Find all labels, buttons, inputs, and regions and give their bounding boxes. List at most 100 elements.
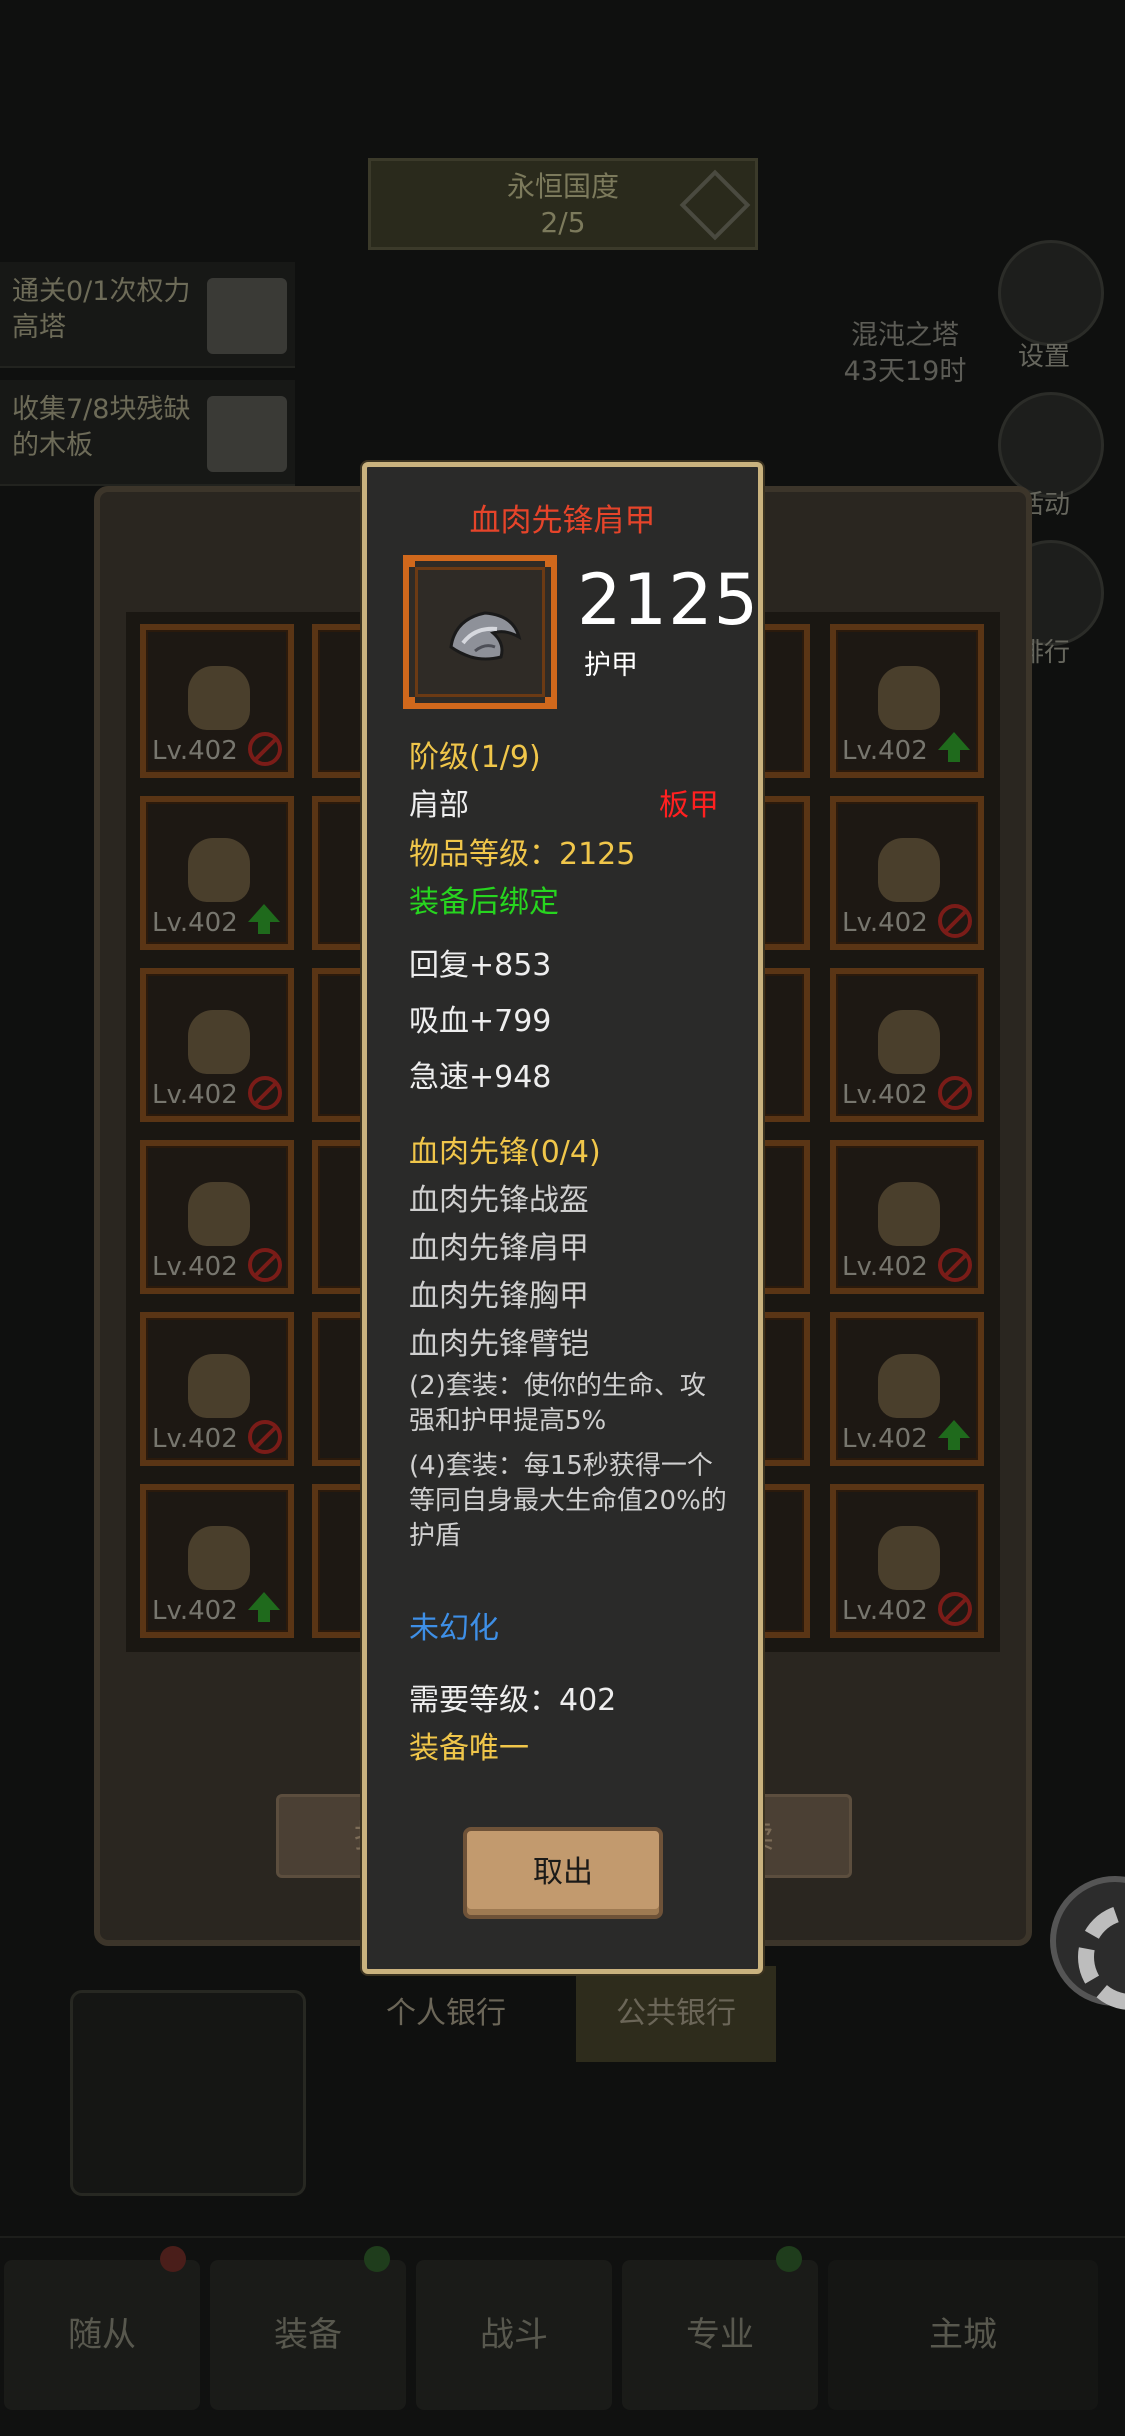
item-level: Lv.402 — [152, 1424, 238, 1454]
helmet-icon — [188, 666, 250, 730]
item-level: Lv.402 — [152, 736, 238, 766]
unusable-icon — [248, 732, 282, 766]
inventory-slot[interactable]: Lv.402 — [830, 1312, 984, 1466]
nav-battle[interactable]: 战斗 — [416, 2260, 612, 2410]
required-level: 需要等级：402 — [409, 1683, 617, 1718]
settings-gear-icon[interactable] — [998, 240, 1104, 346]
nav-followers[interactable]: 随从 — [4, 2260, 200, 2410]
inventory-slot[interactable] — [758, 624, 810, 778]
stat-line: 急速+948 — [409, 1060, 552, 1095]
set-item: 血肉先锋胸甲 — [409, 1279, 589, 1314]
helmet-icon — [878, 838, 940, 902]
nav-equipment[interactable]: 装备 — [210, 2260, 406, 2410]
tower-name: 混沌之塔 — [851, 320, 959, 351]
chest-icon — [878, 1526, 940, 1590]
item-level: Lv.402 — [152, 908, 238, 938]
item-level: Lv.402 — [152, 1080, 238, 1110]
inventory-slot[interactable]: Lv.402 — [140, 1312, 294, 1466]
item-level: Lv.402 — [842, 1080, 928, 1110]
unusable-icon — [938, 1248, 972, 1282]
inventory-slot[interactable]: Lv.402 — [140, 1484, 294, 1638]
helmet-icon — [188, 1010, 250, 1074]
inventory-slot[interactable] — [758, 1484, 810, 1638]
quest-item[interactable]: 通关0/1次权力高塔 — [0, 262, 295, 368]
unusable-icon — [248, 1248, 282, 1282]
shoulder-icon — [878, 666, 940, 730]
set-item: 血肉先锋战盔 — [409, 1183, 589, 1218]
inventory-slot[interactable]: Lv.402 — [140, 624, 294, 778]
item-icon-frame — [403, 555, 557, 709]
public-bank-tab[interactable]: 公共银行 — [576, 1966, 776, 2062]
unusable-icon — [938, 1076, 972, 1110]
bracer-icon — [878, 1010, 940, 1074]
notification-dot — [364, 2246, 390, 2272]
inventory-slot[interactable] — [758, 1312, 810, 1466]
armor-label: 护甲 — [584, 650, 638, 681]
settings-label: 设置 — [1018, 342, 1071, 372]
inventory-slot[interactable]: Lv.402 — [830, 968, 984, 1122]
set-name: 血肉先锋(0/4) — [409, 1135, 601, 1170]
item-tier: 阶级(1/9) — [409, 740, 541, 775]
settings-gear-icon[interactable] — [1050, 1876, 1125, 2010]
shoulder-icon — [188, 838, 250, 902]
quest-button[interactable] — [207, 278, 287, 354]
quest-item[interactable]: 收集7/8块残缺的木板 — [0, 380, 295, 486]
item-level: Lv.402 — [152, 1596, 238, 1626]
notification-dot — [160, 2246, 186, 2272]
set-bonus-4: (4)套装：每15秒获得一个等同自身最大生命值20%的护盾 — [409, 1451, 727, 1551]
upgrade-arrow-icon — [938, 1420, 970, 1450]
inventory-slot[interactable]: Lv.402 — [140, 1140, 294, 1294]
transmog-status: 未幻化 — [409, 1611, 499, 1646]
set-item: 血肉先锋肩甲 — [409, 1231, 589, 1266]
armor-type: 板甲 — [659, 788, 719, 823]
take-out-button[interactable]: 取出 — [463, 1827, 663, 1919]
set-bonus-2: (2)套装：使你的生命、攻强和护甲提高5% — [409, 1371, 706, 1436]
item-level: 物品等级：2125 — [409, 837, 636, 872]
inventory-slot[interactable]: Lv.402 — [830, 796, 984, 950]
shoulder-armor-icon — [449, 611, 522, 661]
unique-equip: 装备唯一 — [409, 1731, 529, 1766]
inventory-slot[interactable] — [758, 796, 810, 950]
upgrade-arrow-icon — [938, 732, 970, 762]
inventory-slot[interactable]: Lv.402 — [830, 1140, 984, 1294]
stat-line: 回复+853 — [409, 948, 552, 983]
inventory-slot[interactable] — [758, 1140, 810, 1294]
inventory-slot[interactable] — [758, 968, 810, 1122]
item-detail-dialog: 血肉先锋肩甲 2125 护甲 阶级(1/9) 肩部 板甲 物品等级：2125 装… — [362, 462, 763, 1974]
upgrade-arrow-icon — [248, 1592, 280, 1622]
unusable-icon — [248, 1420, 282, 1454]
item-name: 血肉先锋肩甲 — [469, 503, 656, 539]
notification-dot — [776, 2246, 802, 2272]
item-slot: 肩部 — [409, 788, 469, 823]
unusable-icon — [938, 1592, 972, 1626]
nav-profession[interactable]: 专业 — [622, 2260, 818, 2410]
upgrade-arrow-icon — [248, 904, 280, 934]
inventory-slot[interactable]: Lv.402 — [140, 796, 294, 950]
inventory-slot[interactable]: Lv.402 — [830, 624, 984, 778]
quest-text: 收集7/8块残缺的木板 — [12, 394, 191, 461]
item-level: Lv.402 — [842, 736, 928, 766]
chest-icon — [878, 1354, 940, 1418]
armor-value: 2125 — [577, 559, 760, 641]
quest-button[interactable] — [207, 396, 287, 472]
inventory-slot[interactable]: Lv.402 — [140, 968, 294, 1122]
inventory-slot[interactable]: Lv.402 — [830, 1484, 984, 1638]
item-level: Lv.402 — [842, 908, 928, 938]
tower-info: 混沌之塔 43天19时 — [840, 318, 970, 390]
pet-portrait[interactable] — [70, 1990, 306, 2196]
stat-line: 吸血+799 — [409, 1004, 552, 1039]
shoulder-icon — [878, 1182, 940, 1246]
nav-main-city[interactable]: 主城 — [828, 2260, 1098, 2410]
item-level: Lv.402 — [842, 1596, 928, 1626]
unusable-icon — [248, 1076, 282, 1110]
activity-icon[interactable] — [998, 392, 1104, 498]
item-level: Lv.402 — [842, 1252, 928, 1282]
bracer-icon — [188, 1182, 250, 1246]
item-level: Lv.402 — [152, 1252, 238, 1282]
tower-timer: 43天19时 — [843, 356, 967, 387]
leggings-icon — [188, 1526, 250, 1590]
set-item: 血肉先锋臂铠 — [409, 1327, 589, 1362]
unusable-icon — [938, 904, 972, 938]
bind-status: 装备后绑定 — [409, 885, 559, 920]
personal-bank-tab[interactable]: 个人银行 — [346, 1966, 546, 2062]
